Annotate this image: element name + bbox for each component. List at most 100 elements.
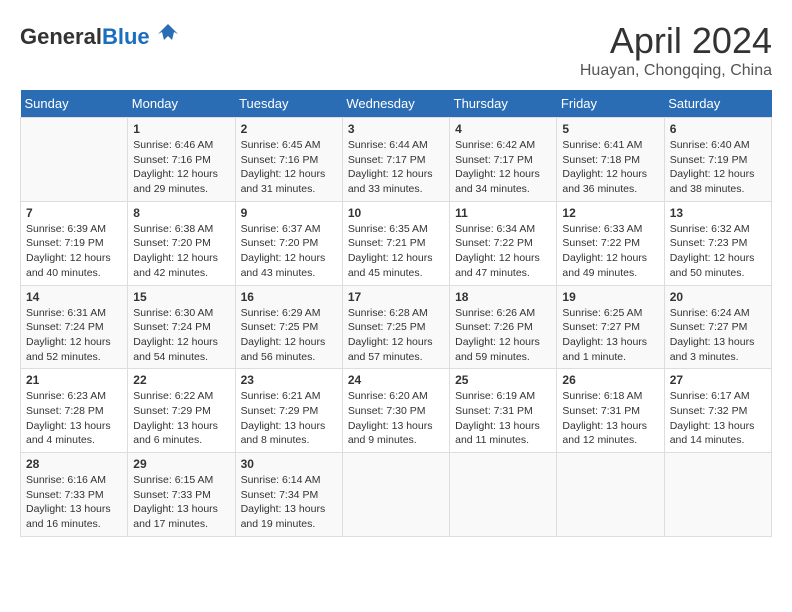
calendar-week-row: 1Sunrise: 6:46 AM Sunset: 7:16 PM Daylig… [21,118,772,202]
calendar-week-row: 21 Sunrise: 6:23 AM Sunset: 7:28 PM Dayli… [21,369,772,453]
calendar-table: SundayMondayTuesdayWednesdayThursdayFrid… [20,90,772,537]
weekday-header-row: SundayMondayTuesdayWednesdayThursdayFrid… [21,90,772,118]
day-info: Sunrise: 6:39 AM Sunset: 7:19 PM Dayligh… [26,222,122,281]
day-info: Sunrise: 6:42 AM Sunset: 7:17 PM Dayligh… [455,138,551,197]
day-number: 3 [348,122,444,136]
day-number: 24 [348,373,444,387]
calendar-cell: 10 Sunrise: 6:35 AM Sunset: 7:21 PM Dayli… [342,201,449,285]
day-info: Sunrise: 6:30 AM Sunset: 7:24 PM Dayligh… [133,306,229,365]
day-number: 4 [455,122,551,136]
day-info: Sunrise: 6:33 AM Sunset: 7:22 PM Dayligh… [562,222,658,281]
weekday-header-thursday: Thursday [450,90,557,118]
month-title: April 2024 [580,20,772,62]
day-number: 23 [241,373,337,387]
calendar-cell: 26Sunrise: 6:18 AM Sunset: 7:31 PM Dayli… [557,369,664,453]
day-info: Sunrise: 6:22 AM Sunset: 7:29 PM Dayligh… [133,389,229,448]
calendar-cell: 15 Sunrise: 6:30 AM Sunset: 7:24 PM Dayli… [128,285,235,369]
weekday-header-monday: Monday [128,90,235,118]
day-number: 13 [670,206,766,220]
calendar-cell: 18Sunrise: 6:26 AM Sunset: 7:26 PM Dayli… [450,285,557,369]
day-number: 10 [348,206,444,220]
calendar-cell: 24 Sunrise: 6:20 AM Sunset: 7:30 PM Dayli… [342,369,449,453]
day-info: Sunrise: 6:41 AM Sunset: 7:18 PM Dayligh… [562,138,658,197]
day-info: Sunrise: 6:38 AM Sunset: 7:20 PM Dayligh… [133,222,229,281]
calendar-cell: 12 Sunrise: 6:33 AM Sunset: 7:22 PM Dayli… [557,201,664,285]
day-info: Sunrise: 6:34 AM Sunset: 7:22 PM Dayligh… [455,222,551,281]
day-info: Sunrise: 6:32 AM Sunset: 7:23 PM Dayligh… [670,222,766,281]
day-number: 11 [455,206,551,220]
weekday-header-tuesday: Tuesday [235,90,342,118]
day-info: Sunrise: 6:21 AM Sunset: 7:29 PM Dayligh… [241,389,337,448]
day-info: Sunrise: 6:35 AM Sunset: 7:21 PM Dayligh… [348,222,444,281]
calendar-cell: 14Sunrise: 6:31 AM Sunset: 7:24 PM Dayli… [21,285,128,369]
calendar-cell: 13 Sunrise: 6:32 AM Sunset: 7:23 PM Dayli… [664,201,771,285]
day-number: 19 [562,290,658,304]
day-number: 16 [241,290,337,304]
logo-blue-text: Blue [102,24,150,50]
day-info: Sunrise: 6:31 AM Sunset: 7:24 PM Dayligh… [26,306,122,365]
day-info: Sunrise: 6:17 AM Sunset: 7:32 PM Dayligh… [670,389,766,448]
day-info: Sunrise: 6:20 AM Sunset: 7:30 PM Dayligh… [348,389,444,448]
weekday-header-saturday: Saturday [664,90,771,118]
day-number: 17 [348,290,444,304]
day-number: 12 [562,206,658,220]
day-number: 8 [133,206,229,220]
location-text: Huayan, Chongqing, China [580,62,772,80]
day-info: Sunrise: 6:18 AM Sunset: 7:31 PM Dayligh… [562,389,658,448]
day-info: Sunrise: 6:14 AM Sunset: 7:34 PM Dayligh… [241,473,337,532]
day-number: 29 [133,457,229,471]
calendar-cell: 6 Sunrise: 6:40 AM Sunset: 7:19 PM Daylig… [664,118,771,202]
calendar-cell: 2 Sunrise: 6:45 AM Sunset: 7:16 PM Daylig… [235,118,342,202]
calendar-week-row: 14Sunrise: 6:31 AM Sunset: 7:24 PM Dayli… [21,285,772,369]
weekday-header-wednesday: Wednesday [342,90,449,118]
calendar-cell [21,118,128,202]
day-number: 22 [133,373,229,387]
day-number: 6 [670,122,766,136]
logo: General Blue [20,20,182,53]
day-info: Sunrise: 6:40 AM Sunset: 7:19 PM Dayligh… [670,138,766,197]
day-info: Sunrise: 6:19 AM Sunset: 7:31 PM Dayligh… [455,389,551,448]
calendar-cell: 7Sunrise: 6:39 AM Sunset: 7:19 PM Daylig… [21,201,128,285]
calendar-cell [664,453,771,537]
calendar-cell [342,453,449,537]
day-number: 1 [133,122,229,136]
day-info: Sunrise: 6:37 AM Sunset: 7:20 PM Dayligh… [241,222,337,281]
calendar-cell: 22 Sunrise: 6:22 AM Sunset: 7:29 PM Dayli… [128,369,235,453]
logo-general-text: General [20,24,102,50]
day-number: 25 [455,373,551,387]
day-info: Sunrise: 6:29 AM Sunset: 7:25 PM Dayligh… [241,306,337,365]
weekday-header-friday: Friday [557,90,664,118]
day-number: 30 [241,457,337,471]
day-number: 27 [670,373,766,387]
calendar-week-row: 28 Sunrise: 6:16 AM Sunset: 7:33 PM Dayli… [21,453,772,537]
day-number: 2 [241,122,337,136]
calendar-week-row: 7Sunrise: 6:39 AM Sunset: 7:19 PM Daylig… [21,201,772,285]
day-info: Sunrise: 6:45 AM Sunset: 7:16 PM Dayligh… [241,138,337,197]
calendar-cell: 16 Sunrise: 6:29 AM Sunset: 7:25 PM Dayli… [235,285,342,369]
calendar-cell: 1Sunrise: 6:46 AM Sunset: 7:16 PM Daylig… [128,118,235,202]
day-number: 21 [26,373,122,387]
title-section: April 2024 Huayan, Chongqing, China [580,20,772,80]
calendar-cell: 17Sunrise: 6:28 AM Sunset: 7:25 PM Dayli… [342,285,449,369]
day-info: Sunrise: 6:44 AM Sunset: 7:17 PM Dayligh… [348,138,444,197]
calendar-cell: 29 Sunrise: 6:15 AM Sunset: 7:33 PM Dayli… [128,453,235,537]
day-info: Sunrise: 6:15 AM Sunset: 7:33 PM Dayligh… [133,473,229,532]
calendar-cell: 21 Sunrise: 6:23 AM Sunset: 7:28 PM Dayli… [21,369,128,453]
calendar-cell [450,453,557,537]
day-info: Sunrise: 6:26 AM Sunset: 7:26 PM Dayligh… [455,306,551,365]
day-number: 15 [133,290,229,304]
calendar-cell: 4 Sunrise: 6:42 AM Sunset: 7:17 PM Daylig… [450,118,557,202]
day-number: 28 [26,457,122,471]
day-info: Sunrise: 6:25 AM Sunset: 7:27 PM Dayligh… [562,306,658,365]
calendar-cell: 9 Sunrise: 6:37 AM Sunset: 7:20 PM Daylig… [235,201,342,285]
calendar-cell: 11 Sunrise: 6:34 AM Sunset: 7:22 PM Dayli… [450,201,557,285]
calendar-cell: 3 Sunrise: 6:44 AM Sunset: 7:17 PM Daylig… [342,118,449,202]
calendar-cell [557,453,664,537]
calendar-cell: 23 Sunrise: 6:21 AM Sunset: 7:29 PM Dayli… [235,369,342,453]
day-info: Sunrise: 6:16 AM Sunset: 7:33 PM Dayligh… [26,473,122,532]
day-number: 9 [241,206,337,220]
day-number: 5 [562,122,658,136]
day-info: Sunrise: 6:24 AM Sunset: 7:27 PM Dayligh… [670,306,766,365]
calendar-cell: 25 Sunrise: 6:19 AM Sunset: 7:31 PM Dayli… [450,369,557,453]
day-info: Sunrise: 6:23 AM Sunset: 7:28 PM Dayligh… [26,389,122,448]
